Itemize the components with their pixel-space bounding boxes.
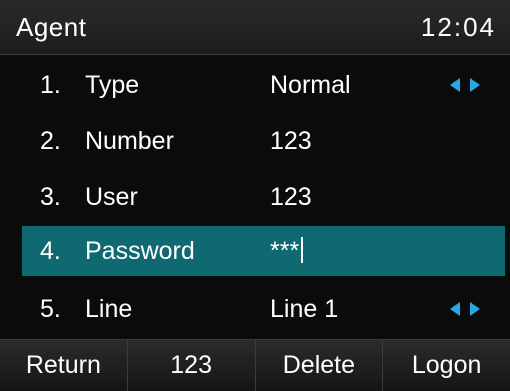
- input-mode-button[interactable]: 123: [128, 340, 256, 391]
- password-value: ***: [270, 237, 300, 265]
- item-number: 5.: [40, 295, 61, 323]
- list-item-type[interactable]: 1. Type Normal: [22, 60, 505, 110]
- line-value: Line 1: [270, 295, 339, 323]
- softkey-bar: Return 123 Delete Logon: [0, 339, 510, 391]
- return-button[interactable]: Return: [0, 340, 128, 391]
- phone-screen: Agent 12:04 1. Type Normal 2. Number 123…: [0, 0, 510, 391]
- item-label: User: [85, 183, 138, 211]
- item-label: Line: [85, 295, 133, 323]
- item-label: Number: [85, 127, 174, 155]
- list-item-password[interactable]: 4. Password ***: [22, 226, 505, 276]
- password-field[interactable]: ***: [270, 226, 304, 276]
- list-item-number[interactable]: 2. Number 123: [22, 116, 505, 166]
- user-field[interactable]: 123: [270, 172, 312, 222]
- item-number: 2.: [40, 127, 61, 155]
- delete-button[interactable]: Delete: [256, 340, 384, 391]
- number-field[interactable]: 123: [270, 116, 312, 166]
- item-label: Type: [85, 71, 140, 99]
- item-number: 1.: [40, 71, 61, 99]
- list-item-user[interactable]: 3. User 123: [22, 172, 505, 222]
- logon-button[interactable]: Logon: [383, 340, 510, 391]
- item-number: 4.: [40, 237, 61, 265]
- list-item-line[interactable]: 5. Line Line 1: [22, 284, 505, 334]
- item-label: Password: [85, 237, 195, 265]
- clock: 12:04: [420, 12, 496, 42]
- left-right-arrows-icon[interactable]: [450, 77, 480, 93]
- text-cursor: [301, 237, 304, 263]
- page-title: Agent: [16, 12, 87, 42]
- item-number: 3.: [40, 183, 61, 211]
- type-value: Normal: [270, 71, 351, 99]
- title-bar: Agent 12:04: [0, 0, 510, 55]
- left-right-arrows-icon[interactable]: [450, 301, 480, 317]
